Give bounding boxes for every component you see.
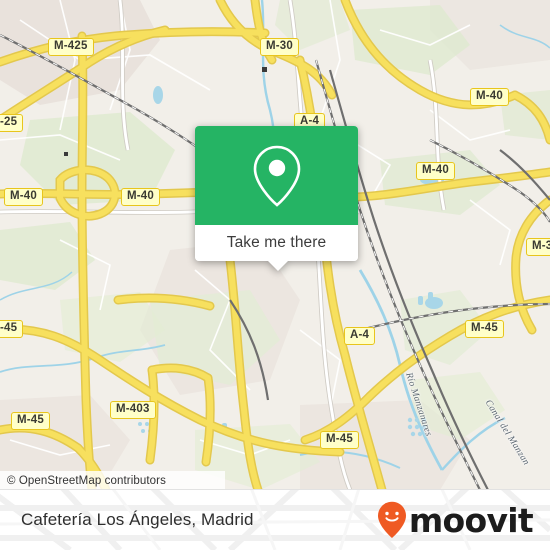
road-shield-m45-sw[interactable]: M-45	[11, 412, 51, 430]
road-shield-m40-ne[interactable]: M-40	[470, 88, 510, 106]
location-popup-card[interactable]: Take me there	[195, 126, 358, 271]
map-canvas[interactable]: M-425 M-30 M-40 A-4 -25 M-40 M-40 M-40 M…	[0, 0, 550, 490]
moovit-pin-smile-icon	[377, 501, 406, 538]
road-shield-m40-e[interactable]: M-40	[416, 162, 456, 180]
road-shield-m45-s[interactable]: M-45	[320, 431, 360, 449]
moovit-logo[interactable]: moovit	[377, 500, 534, 540]
road-shield-m40-w[interactable]: M-40	[4, 188, 44, 206]
popup-pointer-tip	[267, 260, 289, 271]
road-shield-m45-e[interactable]: M-45	[465, 320, 505, 338]
popup-body: Take me there	[195, 126, 358, 261]
road-shield-m403[interactable]: M-403	[110, 401, 156, 419]
moovit-wordmark: moovit	[408, 500, 534, 540]
moovit-map-screenshot: M-425 M-30 M-40 A-4 -25 M-40 M-40 M-40 M…	[0, 0, 550, 550]
road-shield-a4-s[interactable]: A-4	[344, 327, 376, 345]
road-shield-m30[interactable]: M-30	[260, 38, 300, 56]
osm-attribution-bar: © OpenStreetMap contributors	[0, 471, 225, 490]
popup-action-bar[interactable]: Take me there	[195, 225, 358, 261]
road-shield-m3-clipped[interactable]: M-3	[526, 238, 550, 256]
place-title: Cafetería Los Ángeles, Madrid	[21, 510, 254, 529]
map-pin-icon	[253, 145, 300, 207]
road-shield-m425[interactable]: M-425	[48, 38, 94, 56]
osm-attribution-text[interactable]: © OpenStreetMap contributors	[0, 475, 166, 487]
road-shield-m45-clipped-w[interactable]: -45	[0, 320, 24, 338]
popup-image-area	[195, 126, 358, 225]
take-me-there-label: Take me there	[226, 234, 327, 251]
footer-bar: Cafetería Los Ángeles, Madrid moovit	[0, 490, 550, 550]
road-shield-m25-clipped[interactable]: -25	[0, 114, 24, 132]
road-shield-m40-c[interactable]: M-40	[121, 188, 161, 206]
